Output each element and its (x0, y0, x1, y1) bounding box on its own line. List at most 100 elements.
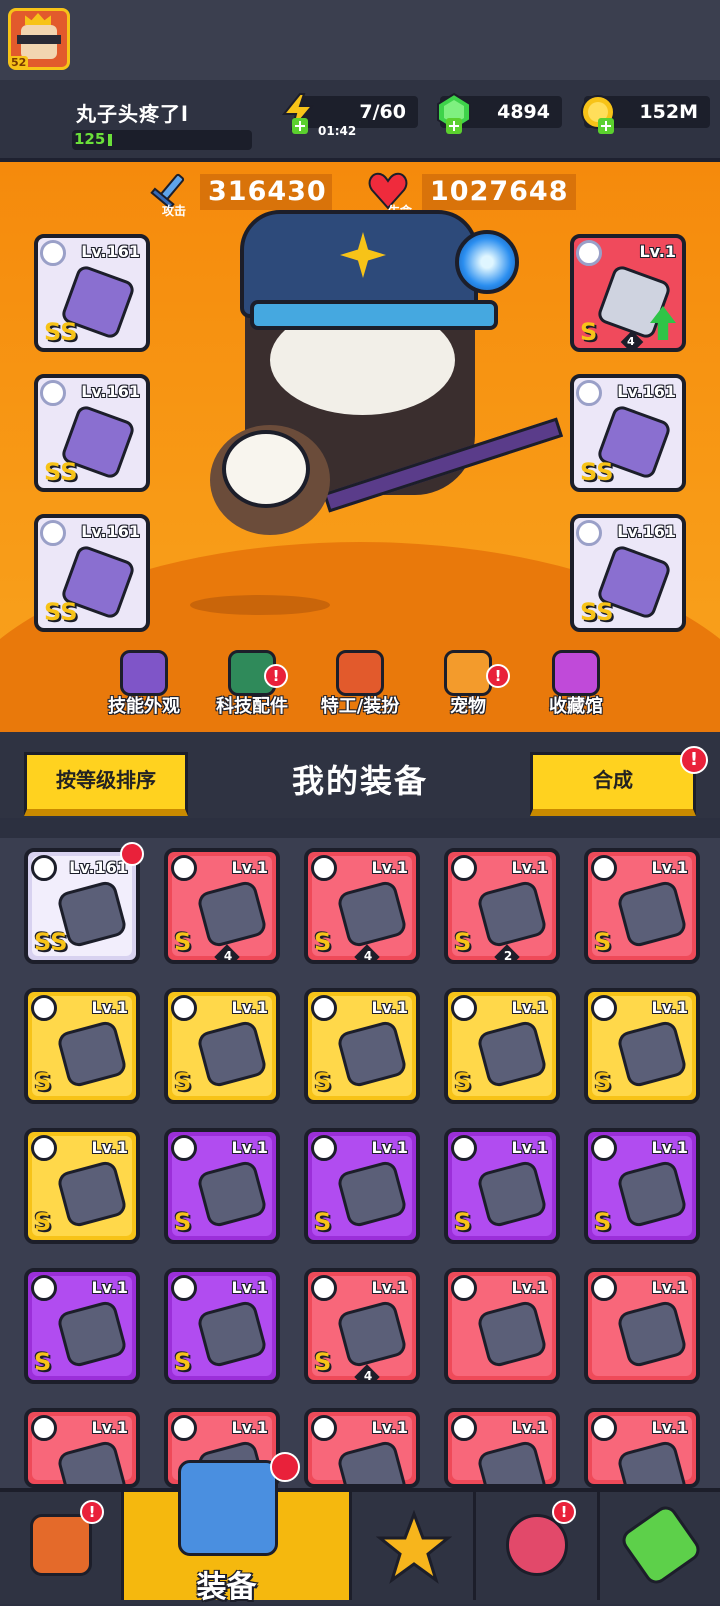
belt-type-icon (591, 1135, 617, 1161)
menu-label: 科技配件 (216, 696, 288, 717)
inventory-item-gloves[interactable]: Lv.1 S 2 (444, 848, 560, 964)
inventory-item-armor[interactable]: Lv.161 SS (24, 848, 140, 964)
slot-gloves[interactable]: Lv.161 SS (34, 514, 150, 632)
shop-icon (30, 1514, 92, 1576)
armor-type-icon (576, 240, 602, 266)
nav-label: 装备 (196, 1570, 257, 1605)
boots-type-icon (591, 995, 617, 1021)
item-level: Lv.1 (371, 1138, 408, 1157)
item-level: Lv.1 (231, 1278, 268, 1297)
inventory-item-weapon[interactable]: Lv.1 (444, 1268, 560, 1384)
boots-type-icon (311, 855, 337, 881)
item-grade: S (314, 928, 332, 956)
xp-fill (108, 134, 112, 146)
item-grade: S (314, 1348, 332, 1376)
player-level: 52 (11, 56, 29, 69)
dna-tube-icon (617, 1501, 705, 1589)
menu-skill-skin[interactable]: 技能外观 (90, 650, 198, 720)
attack-label: 攻击 (162, 204, 187, 218)
inventory-item-belt[interactable]: Lv.1 S (584, 1128, 700, 1244)
item-level: Lv.1 (231, 1138, 268, 1157)
inventory-item-belt[interactable]: Lv.1 S 4 (164, 848, 280, 964)
weapon-type-icon (171, 1135, 197, 1161)
weapon-type-icon (31, 995, 57, 1021)
inventory-item-boots[interactable]: Lv.1 S (24, 1128, 140, 1244)
menu-collection[interactable]: 收藏馆 (522, 650, 630, 720)
stack-count: 4 (223, 949, 233, 963)
inventory-item-armor[interactable]: Lv.1 (444, 1408, 560, 1488)
merge-button[interactable]: 合成 (530, 752, 696, 816)
nav-gene[interactable] (600, 1492, 720, 1600)
attack-value: 316430 (200, 174, 332, 210)
inventory-item-gloves[interactable]: Lv.1 S (304, 988, 420, 1104)
nav-equipment[interactable]: 装备 (124, 1460, 352, 1605)
nav-shop[interactable] (0, 1492, 124, 1600)
inventory-item-armor[interactable]: Lv.1 S (304, 1128, 420, 1244)
item-level: Lv.1 (231, 858, 268, 877)
slot-boots[interactable]: Lv.161 SS (570, 514, 686, 632)
gem-value: 4894 (497, 101, 550, 123)
coin-value: 152M (639, 101, 698, 123)
slot-grade: SS (580, 598, 614, 626)
inventory-item-weapon[interactable]: Lv.1 S (164, 1128, 280, 1244)
glove-type-icon (40, 520, 66, 546)
slot-level: Lv.161 (617, 382, 676, 401)
item-level: Lv.1 (651, 1418, 688, 1437)
menu-tech-parts[interactable]: 科技配件 (198, 650, 306, 720)
item-grade: S (314, 1208, 332, 1236)
item-level: Lv.1 (231, 998, 268, 1017)
inventory-item-weapon[interactable]: Lv.1 S (24, 988, 140, 1104)
slot-armor[interactable]: Lv.1 S 4 (570, 234, 686, 352)
add-coin-icon[interactable] (598, 118, 614, 134)
inventory-item-necklace[interactable]: Lv.1 S (444, 1128, 560, 1244)
menu-label: 特工/装扮 (320, 696, 400, 717)
inventory-item-necklace[interactable]: Lv.1 S (164, 988, 280, 1104)
nav-planet[interactable] (476, 1492, 600, 1600)
weapon-type-icon (40, 240, 66, 266)
energy-value: 7/60 (359, 101, 406, 123)
item-level: Lv.1 (91, 1418, 128, 1437)
inventory-item-gloves[interactable]: Lv.1 S (24, 1268, 140, 1384)
slot-belt[interactable]: Lv.161 SS (570, 374, 686, 492)
inventory-item-weapon[interactable]: Lv.1 (24, 1408, 140, 1488)
inventory-item-armor[interactable]: Lv.1 (584, 1408, 700, 1488)
battle-star-icon (376, 1510, 452, 1584)
inventory-item-gloves[interactable]: Lv.1 S 4 (304, 1268, 420, 1384)
merge-alert-badge: ! (680, 746, 708, 774)
item-level: Lv.1 (651, 1138, 688, 1157)
item-level: Lv.1 (511, 998, 548, 1017)
armor-type-icon (591, 855, 617, 881)
inventory-item-weapon[interactable]: Lv.1 (304, 1408, 420, 1488)
inventory-item-boots[interactable]: Lv.1 S (584, 988, 700, 1104)
inventory-item-weapon[interactable]: Lv.1 (584, 1268, 700, 1384)
item-grade: S (594, 1208, 612, 1236)
nav-battle[interactable] (352, 1492, 476, 1600)
new-item-badge (120, 842, 144, 866)
item-grade: S (174, 928, 192, 956)
inventory-item-boots[interactable]: Lv.1 S (164, 1268, 280, 1384)
item-grade: S (174, 1208, 192, 1236)
slot-necklace[interactable]: Lv.161 SS (34, 374, 150, 492)
item-level: Lv.1 (91, 1138, 128, 1157)
collection-icon (552, 650, 600, 696)
item-level: Lv.1 (91, 998, 128, 1017)
slot-level: Lv.161 (81, 242, 140, 261)
boots-type-icon (451, 995, 477, 1021)
eagle-head (222, 430, 310, 508)
slot-weapon[interactable]: Lv.161 SS (34, 234, 150, 352)
weapon-type-icon (591, 1275, 617, 1301)
slot-grade: S (580, 318, 598, 346)
slot-grade: SS (580, 458, 614, 486)
add-energy-icon[interactable] (292, 118, 308, 134)
boots-type-icon (171, 1275, 197, 1301)
inventory-item-boots[interactable]: Lv.1 S (444, 988, 560, 1104)
gloves-type-icon (451, 855, 477, 881)
inventory-item-boots[interactable]: Lv.1 S 4 (304, 848, 420, 964)
menu-agent-costume[interactable]: 特工/装扮 (306, 650, 414, 720)
item-grade: S (314, 1068, 332, 1096)
player-avatar[interactable]: 52 (8, 8, 70, 70)
inventory-item-armor[interactable]: Lv.1 S (584, 848, 700, 964)
agent-costume-icon (336, 650, 384, 696)
item-level: Lv.1 (511, 858, 548, 877)
add-gem-icon[interactable] (446, 118, 462, 134)
